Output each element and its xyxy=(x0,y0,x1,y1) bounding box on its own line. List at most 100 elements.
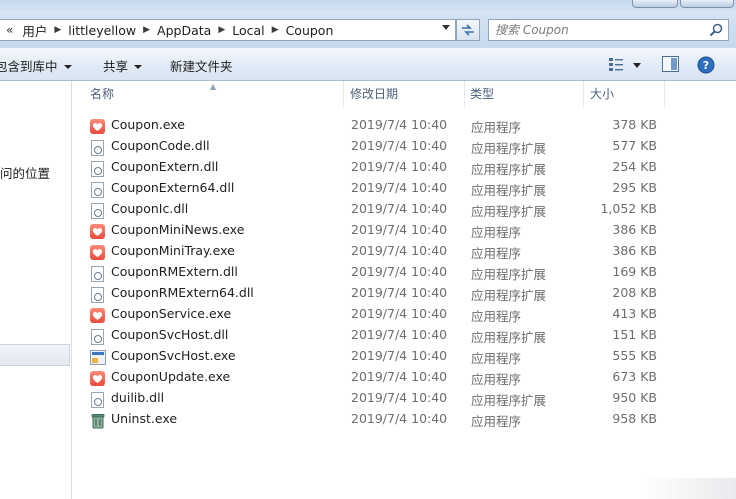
column-header-size[interactable]: 大小 xyxy=(585,81,665,107)
file-size: 378 KB xyxy=(612,117,657,132)
file-name[interactable]: CouponService.exe xyxy=(111,306,231,321)
file-name[interactable]: CouponRMExtern64.dll xyxy=(111,285,254,300)
new-folder-button[interactable]: 新建文件夹 xyxy=(170,56,233,75)
file-row[interactable]: CouponService.exe 2019/7/4 10:40 应用程序 413 K… xyxy=(73,304,736,325)
application-icon xyxy=(90,245,105,260)
breadcrumb-user[interactable]: littleyellow xyxy=(68,23,136,38)
file-icon xyxy=(90,306,106,323)
search-box[interactable] xyxy=(488,19,729,41)
file-row[interactable]: CouponSvcHost.dll 2019/7/4 10:40 应用程序扩展 151… xyxy=(73,325,736,346)
file-name[interactable]: Coupon.exe xyxy=(111,117,185,132)
chevron-down-icon xyxy=(63,65,72,69)
file-icon xyxy=(90,369,106,386)
file-row[interactable]: CouponMiniNews.exe 2019/7/4 10:40 应用程序 386 … xyxy=(73,220,736,241)
include-in-library-label: 包含到库中 xyxy=(0,59,58,74)
file-row[interactable]: CouponRMExtern64.dll 2019/7/4 10:40 应用程序扩展… xyxy=(73,283,736,304)
change-view-icon[interactable] xyxy=(608,56,624,72)
file-name[interactable]: CouponExtern.dll xyxy=(111,159,218,174)
application-icon xyxy=(90,371,105,386)
address-bar[interactable]: « 用户 ▶ littleyellow ▶ AppData ▶ Local ▶ … xyxy=(0,19,456,41)
breadcrumb-overflow-icon[interactable]: « xyxy=(6,23,13,37)
column-header-name[interactable]: 名称 xyxy=(85,81,344,107)
file-name[interactable]: CouponUpdate.exe xyxy=(111,369,230,384)
column-header-date[interactable]: 修改日期 xyxy=(345,81,465,107)
application-icon xyxy=(90,308,105,323)
include-in-library-button[interactable]: 包含到库中 xyxy=(0,56,72,75)
file-row[interactable]: CouponIc.dll 2019/7/4 10:40 应用程序扩展 1,052 KB xyxy=(73,199,736,220)
file-name[interactable]: CouponIc.dll xyxy=(111,201,188,216)
file-icon xyxy=(90,411,106,429)
search-icon[interactable] xyxy=(709,23,723,37)
breadcrumb: « 用户 ▶ littleyellow ▶ AppData ▶ Local ▶ … xyxy=(6,20,333,40)
file-name[interactable]: CouponMiniTray.exe xyxy=(111,243,235,258)
file-type: 应用程序扩展 xyxy=(471,162,547,177)
breadcrumb-local[interactable]: Local xyxy=(232,23,264,38)
file-icon xyxy=(90,285,106,303)
file-row[interactable]: Coupon.exe 2019/7/4 10:40 应用程序 378 KB xyxy=(73,115,736,136)
breadcrumb-separator-icon[interactable]: ▶ xyxy=(54,25,61,35)
file-name[interactable]: CouponSvcHost.dll xyxy=(111,327,228,342)
file-type: 应用程序 xyxy=(471,225,522,240)
address-row: « 用户 ▶ littleyellow ▶ AppData ▶ Local ▶ … xyxy=(0,14,736,48)
file-name[interactable]: CouponCode.dll xyxy=(111,138,210,153)
share-label: 共享 xyxy=(103,59,129,74)
address-history-dropdown-icon[interactable] xyxy=(442,25,450,30)
file-name[interactable]: CouponExtern64.dll xyxy=(111,180,234,195)
file-name[interactable]: Uninst.exe xyxy=(111,411,177,426)
breadcrumb-users[interactable]: 用户 xyxy=(22,21,47,40)
file-size: 950 KB xyxy=(612,390,657,405)
file-row[interactable]: CouponRMExtern.dll 2019/7/4 10:40 应用程序扩展 16… xyxy=(73,262,736,283)
file-date: 2019/7/4 10:40 xyxy=(351,222,448,237)
file-date: 2019/7/4 10:40 xyxy=(351,201,448,216)
breadcrumb-separator-icon[interactable]: ▶ xyxy=(218,25,225,35)
breadcrumb-appdata[interactable]: AppData xyxy=(157,23,211,38)
search-input[interactable] xyxy=(495,22,700,38)
file-size: 577 KB xyxy=(612,138,657,153)
file-icon xyxy=(90,348,106,365)
file-row[interactable]: CouponExtern.dll 2019/7/4 10:40 应用程序扩展 254 … xyxy=(73,157,736,178)
file-size: 386 KB xyxy=(612,243,657,258)
chevron-down-icon xyxy=(134,65,143,69)
file-list[interactable]: ▲ 名称 修改日期 类型 大小 Coupon.exe 2019/7/4 10:40… xyxy=(73,81,736,499)
nav-selected-item[interactable] xyxy=(0,344,70,366)
breadcrumb-separator-icon[interactable]: ▶ xyxy=(143,25,150,35)
file-type: 应用程序 xyxy=(471,246,522,261)
file-date: 2019/7/4 10:40 xyxy=(351,306,448,321)
file-icon xyxy=(90,327,106,345)
dll-file-icon xyxy=(91,161,104,177)
file-size: 555 KB xyxy=(612,348,657,363)
file-name[interactable]: CouponRMExtern.dll xyxy=(111,264,238,279)
file-row[interactable]: CouponExtern64.dll 2019/7/4 10:40 应用程序扩展 29… xyxy=(73,178,736,199)
file-row[interactable]: Uninst.exe 2019/7/4 10:40 应用程序 958 KB xyxy=(73,409,736,430)
file-name[interactable]: CouponSvcHost.exe xyxy=(111,348,236,363)
file-row[interactable]: duilib.dll 2019/7/4 10:40 应用程序扩展 950 KB xyxy=(73,388,736,409)
file-size: 208 KB xyxy=(612,285,657,300)
help-icon[interactable]: ? xyxy=(697,56,715,74)
column-header-type[interactable]: 类型 xyxy=(465,81,584,107)
breadcrumb-separator-icon[interactable]: ▶ xyxy=(272,25,279,35)
file-type: 应用程序 xyxy=(471,309,522,324)
command-bar: 包含到库中 共享 新建文件夹 ? xyxy=(0,48,736,81)
file-name[interactable]: CouponMiniNews.exe xyxy=(111,222,244,237)
dll-file-icon xyxy=(91,203,104,219)
file-size: 1,052 KB xyxy=(600,201,657,216)
refresh-button[interactable] xyxy=(456,19,480,41)
file-name[interactable]: duilib.dll xyxy=(111,390,164,405)
file-row[interactable]: CouponUpdate.exe 2019/7/4 10:40 应用程序 673 KB xyxy=(73,367,736,388)
file-icon xyxy=(90,243,106,260)
preview-pane-icon[interactable] xyxy=(662,56,679,72)
minimize-button[interactable] xyxy=(632,0,678,8)
navigation-pane[interactable]: 问的位置 xyxy=(0,81,72,499)
file-type: 应用程序扩展 xyxy=(471,183,547,198)
view-options-dropdown-icon[interactable] xyxy=(633,63,641,68)
file-icon xyxy=(90,201,106,219)
file-icon xyxy=(90,390,106,408)
maximize-button[interactable] xyxy=(680,0,734,8)
file-row[interactable]: CouponSvcHost.exe 2019/7/4 10:40 应用程序 555 K… xyxy=(73,346,736,367)
share-button[interactable]: 共享 xyxy=(103,56,143,75)
nav-item-recent-places[interactable]: 问的位置 xyxy=(0,163,50,182)
file-row[interactable]: CouponCode.dll 2019/7/4 10:40 应用程序扩展 577 KB xyxy=(73,136,736,157)
file-icon xyxy=(90,180,106,198)
breadcrumb-coupon[interactable]: Coupon xyxy=(286,23,334,38)
file-row[interactable]: CouponMiniTray.exe 2019/7/4 10:40 应用程序 386 … xyxy=(73,241,736,262)
